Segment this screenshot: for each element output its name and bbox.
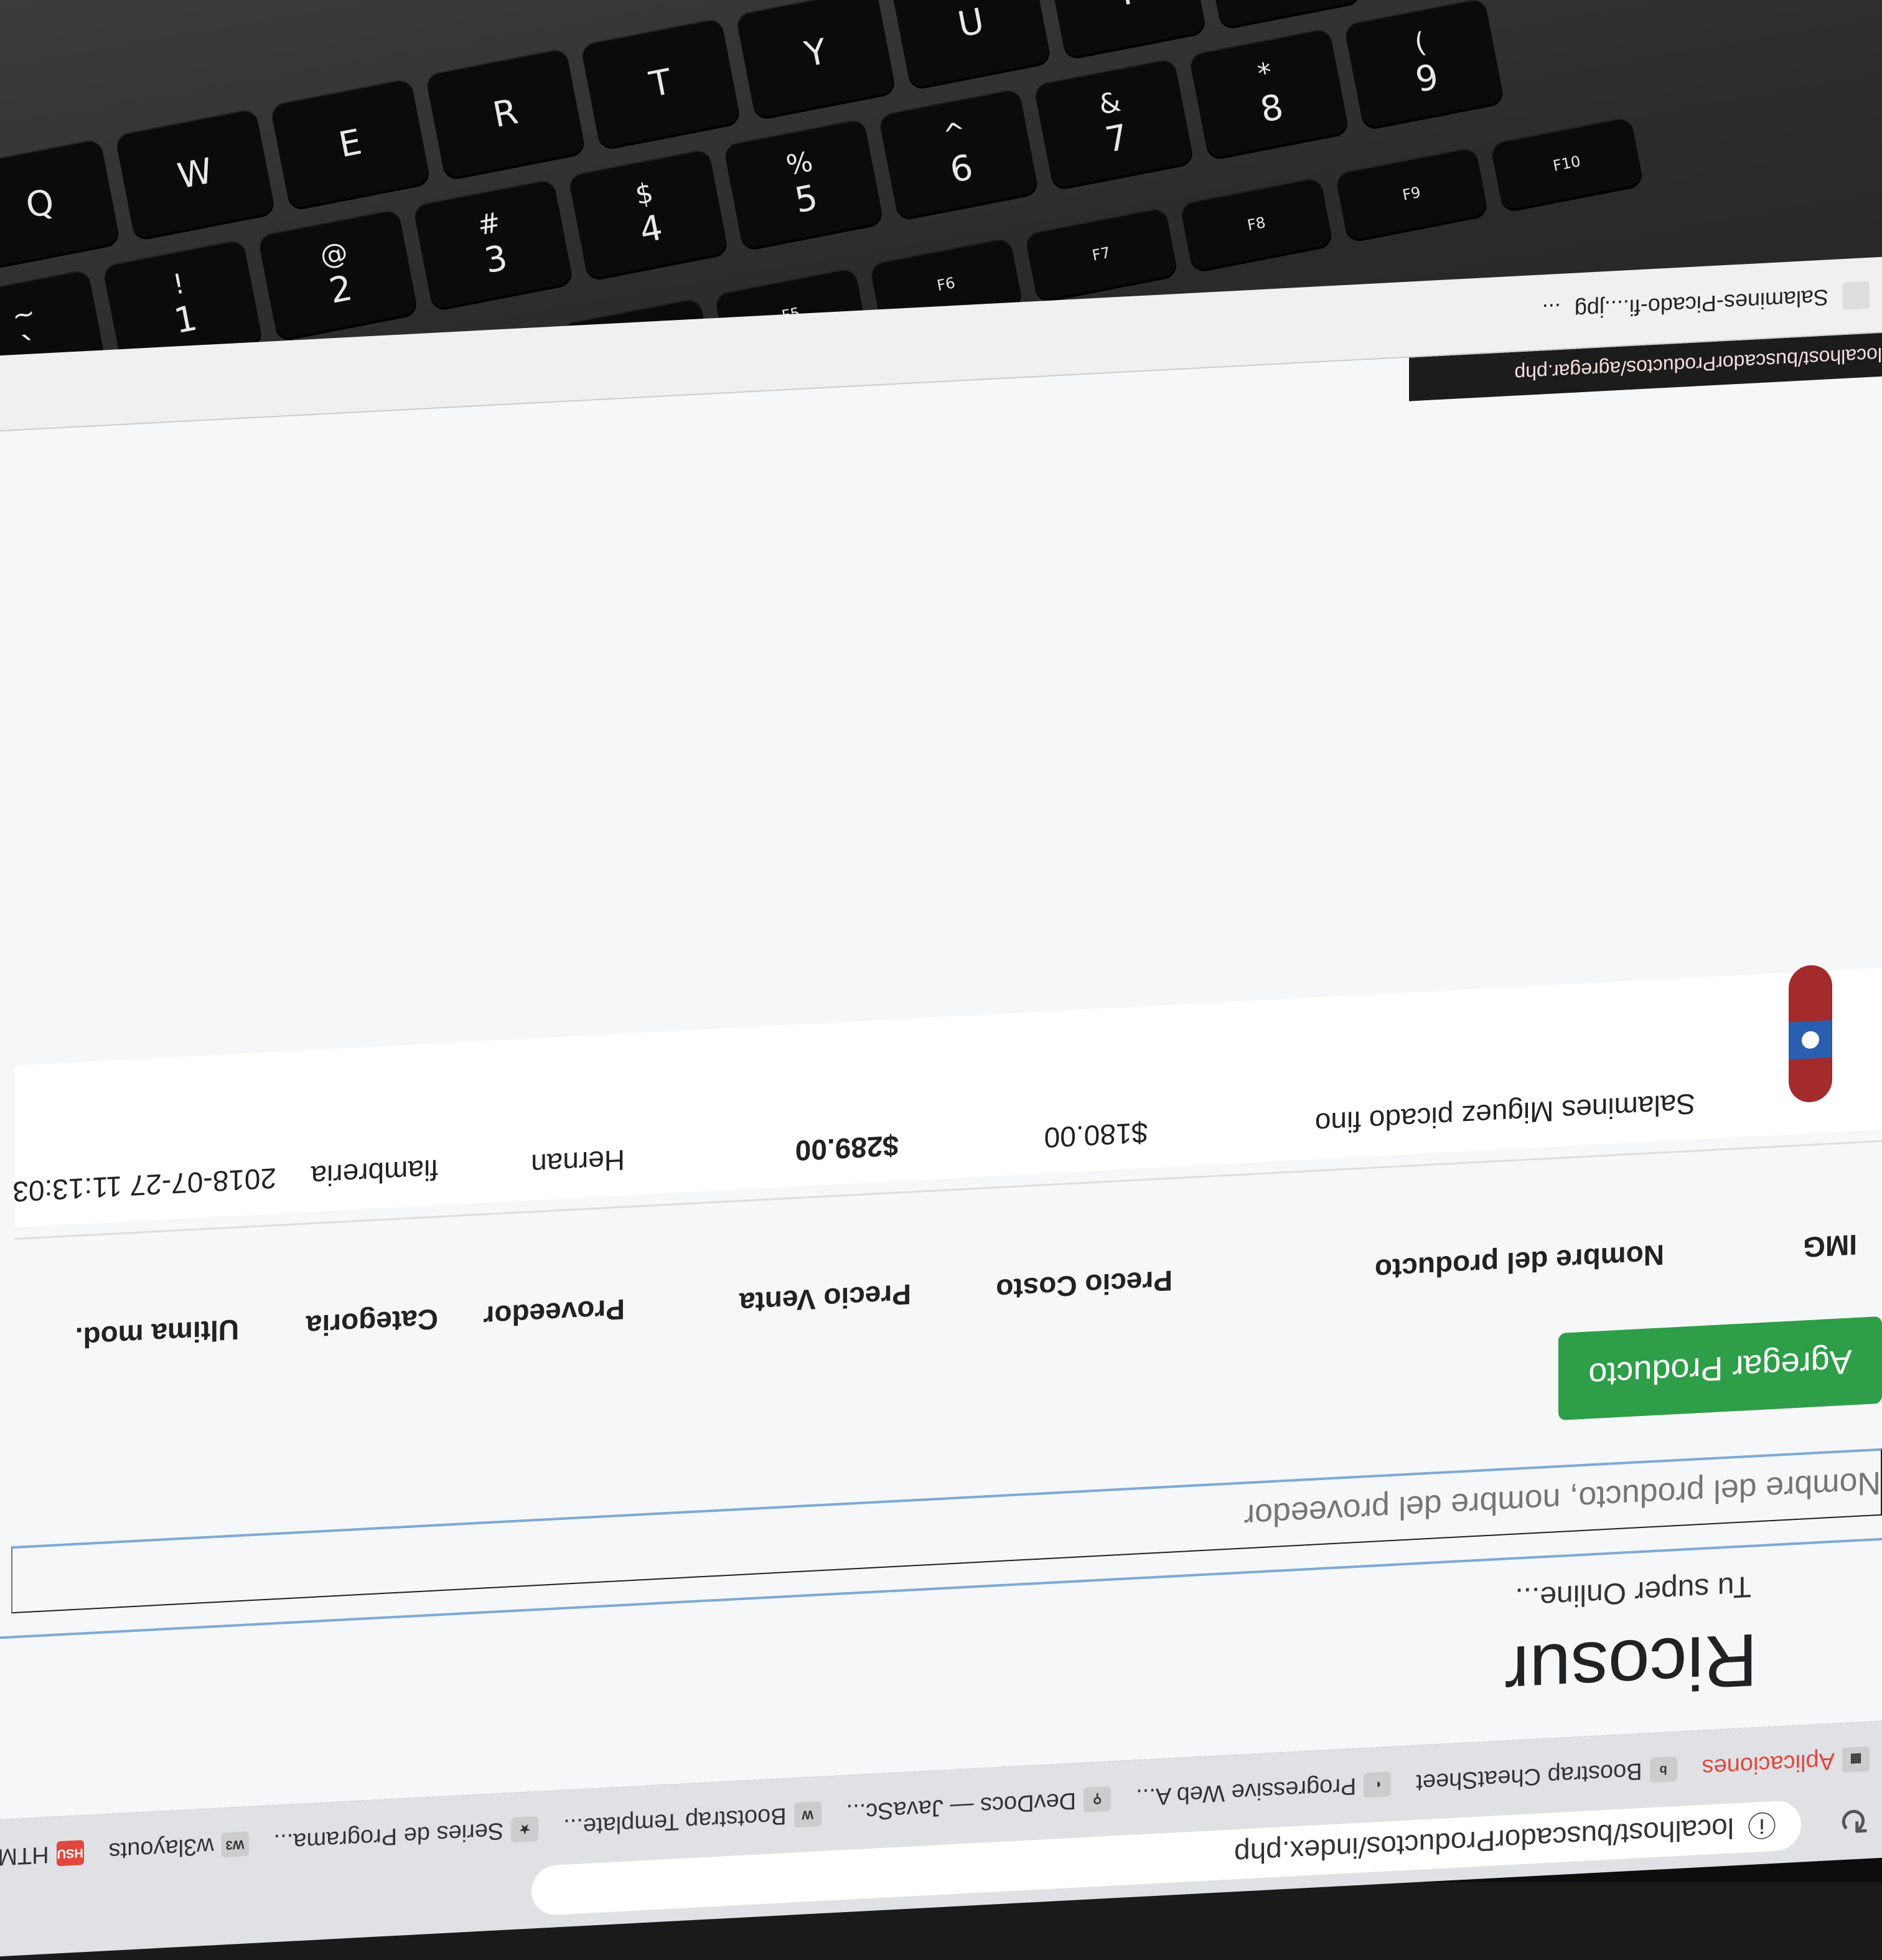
product-thumbnail	[1789, 965, 1832, 1102]
header-supplier: Proveedor	[483, 1293, 625, 1333]
key: * 8	[1188, 27, 1349, 159]
bookmark-devdocs[interactable]: ⚲ DevDocs — JavaSc...	[846, 1785, 1112, 1826]
html5up-icon: HSU	[56, 1840, 84, 1867]
key: T	[580, 17, 741, 149]
page-content: Ricosur Tu super Online... Agregar Produ…	[0, 256, 1882, 1822]
header-name: Nombre del producto	[1374, 1239, 1664, 1287]
laptop-screen: Ricosur Tu super Online... Agregar Produ…	[0, 256, 1882, 1959]
bookmark-pwa[interactable]: ◐ Progressive Web A...	[1136, 1771, 1392, 1811]
key: I	[1046, 0, 1207, 59]
w3-icon: W3	[221, 1831, 249, 1858]
bootstrap-template-icon: W	[794, 1801, 822, 1828]
cell-supplier: Hernan	[531, 1143, 625, 1181]
key: W	[115, 108, 276, 240]
key: #3	[413, 178, 574, 310]
key: R	[425, 47, 586, 179]
brand-title: Ricosur	[1504, 1618, 1758, 1715]
key: F7	[1024, 207, 1178, 302]
pwa-icon: ◐	[1364, 1771, 1392, 1798]
image-file-icon	[1842, 281, 1870, 311]
header-modified: Ultima mod.	[75, 1313, 239, 1354]
header-category: Categoria	[306, 1303, 438, 1343]
header-price: Precio Venta	[739, 1278, 911, 1320]
bookmark-w3layouts[interactable]: W3 w3layouts	[109, 1831, 249, 1865]
cell-modified: 2018-07-27 11:13:03	[12, 1161, 276, 1209]
cell-name: Salamines Miguez picado fino	[1314, 1087, 1695, 1140]
bookmark-bootstrap-cheatsheet[interactable]: b Boostrap CheatSheet	[1416, 1756, 1677, 1796]
download-menu-button[interactable]: ...	[1542, 298, 1561, 326]
download-filename[interactable]: Salamines-Picado-fi....jpg	[1575, 284, 1828, 323]
key: $4	[568, 148, 729, 279]
url-text: localhost/buscadorProductos/index.php	[1234, 1812, 1734, 1871]
key: E	[269, 78, 431, 209]
bookmark-bootstrap-template[interactable]: W Bootstrap Template...	[563, 1801, 822, 1840]
add-product-button[interactable]: Agregar Producto	[1558, 1316, 1882, 1421]
key: % 5	[723, 118, 884, 250]
cell-price: $289.00	[795, 1129, 899, 1168]
bootstrap-icon: b	[1649, 1756, 1677, 1783]
bookmark-apps[interactable]: ▦ Aplicaciones	[1702, 1745, 1870, 1781]
key: F9	[1334, 146, 1489, 241]
apps-icon: ▦	[1842, 1746, 1870, 1773]
brand-tagline: Tu super Online...	[1515, 1569, 1751, 1615]
cell-cost: $180.00	[1044, 1116, 1148, 1155]
key: ^ 6	[878, 88, 1039, 220]
header-img: IMG	[1803, 1228, 1857, 1264]
key: F10	[1490, 116, 1644, 211]
key: U	[891, 0, 1052, 89]
browser-window: Ricosur Tu super Online... Agregar Produ…	[0, 256, 1882, 1959]
key: O	[1201, 0, 1362, 29]
series-icon: ★	[511, 1816, 539, 1843]
cell-category: fiambreria	[311, 1153, 438, 1193]
key: (9	[1344, 0, 1505, 129]
devdocs-icon: ⚲	[1084, 1786, 1112, 1812]
key: @2	[257, 209, 418, 340]
reload-icon[interactable]: ↻	[1838, 1798, 1870, 1843]
key: Q	[0, 138, 121, 270]
key: F8	[1179, 176, 1334, 271]
key: & 7	[1033, 57, 1194, 189]
bookmark-html5up[interactable]: HSUHTML5 UP	[0, 1839, 84, 1873]
bookmark-series[interactable]: ★ Series de Programa...	[274, 1815, 539, 1856]
info-icon[interactable]: ⓘ	[1748, 1806, 1776, 1848]
header-cost: Precio Costo	[996, 1264, 1173, 1306]
key: Y	[735, 0, 896, 119]
